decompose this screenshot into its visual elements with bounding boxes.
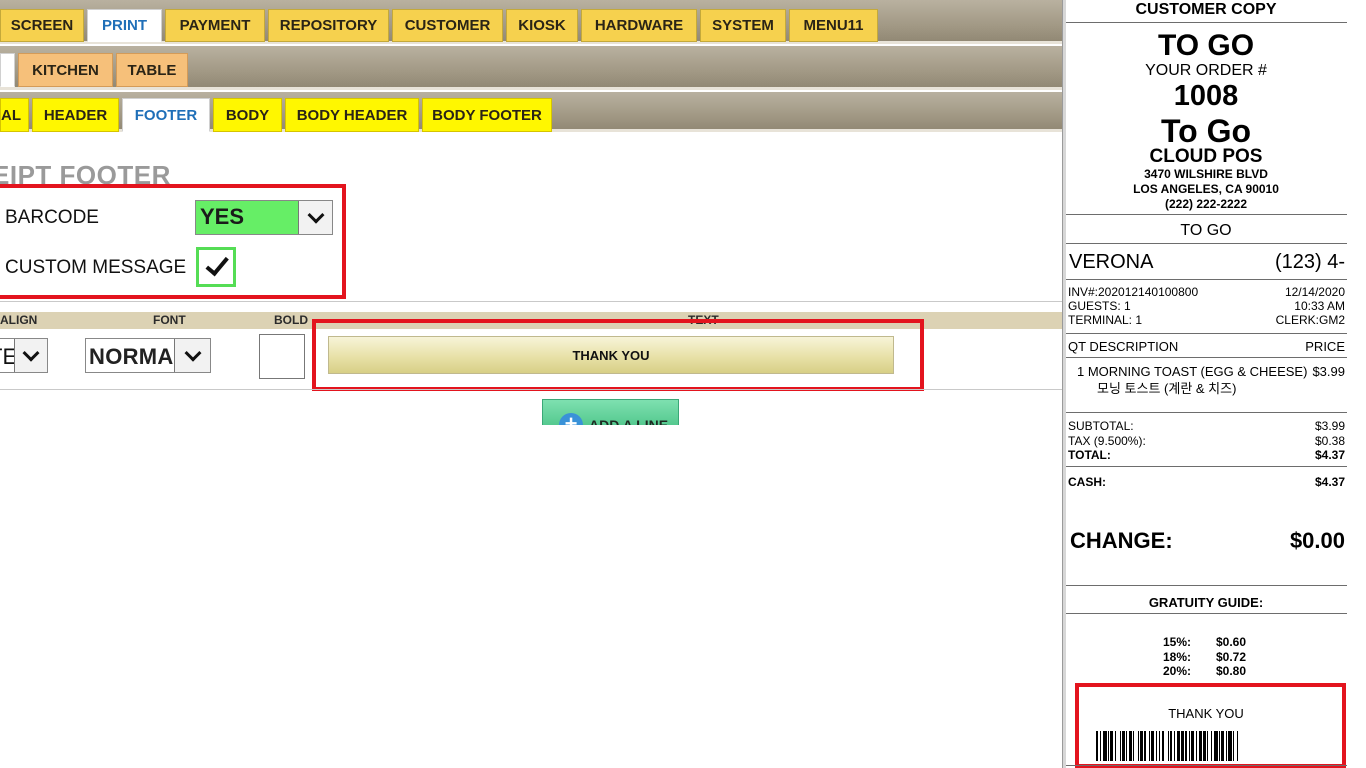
add-line-label: ADD A LINE bbox=[589, 417, 669, 425]
align-select[interactable]: TE bbox=[0, 338, 48, 373]
tax-value: $0.38 bbox=[1314, 434, 1345, 448]
divider bbox=[0, 389, 1062, 390]
receipt-rule bbox=[1066, 466, 1347, 467]
tab-table[interactable]: TABLE bbox=[116, 53, 188, 87]
custom-message-checkbox[interactable] bbox=[196, 247, 236, 287]
receipt-rule bbox=[1066, 22, 1347, 23]
bold-header: BOLD bbox=[274, 313, 308, 327]
item-korean-name: 모닝 토스트 (계란 & 치즈) bbox=[1097, 381, 1237, 396]
receipt-rule bbox=[1066, 214, 1347, 215]
guest-count: GUESTS: 1 bbox=[1068, 299, 1131, 313]
tab-footer[interactable]: FOOTER bbox=[122, 98, 210, 132]
clerk: CLERK:GM2 bbox=[1275, 313, 1345, 327]
column-description: QT DESCRIPTION bbox=[1068, 339, 1179, 354]
chevron-down-icon[interactable] bbox=[14, 339, 47, 372]
terminal: TERMINAL: 1 bbox=[1068, 313, 1143, 327]
line-text-input[interactable] bbox=[328, 336, 894, 374]
receipt-date: 12/14/2020 bbox=[1284, 285, 1345, 299]
receipt-tabs: AL HEADER FOOTER BODY BODY HEADER BODY F… bbox=[0, 98, 555, 132]
receipt-rule bbox=[1066, 243, 1347, 244]
barcode-label: BARCODE bbox=[5, 207, 99, 228]
receipt-rule bbox=[1066, 279, 1347, 280]
store-name: CLOUD POS bbox=[1149, 146, 1263, 167]
pos-settings-window: SCREEN PRINT PAYMENT REPOSITORY CUSTOMER… bbox=[0, 0, 1366, 768]
column-price: PRICE bbox=[1305, 339, 1345, 354]
subtotal-value: $3.99 bbox=[1314, 419, 1345, 433]
customer-phone: (123) 4- bbox=[1274, 251, 1345, 273]
tab-print[interactable]: PRINT bbox=[87, 9, 162, 42]
store-phone: (222) 222-2222 bbox=[1164, 197, 1248, 211]
tab-header[interactable]: HEADER bbox=[32, 98, 119, 132]
tab-body-header[interactable]: BODY HEADER bbox=[285, 98, 419, 132]
footer-message: THANK YOU bbox=[1168, 706, 1244, 721]
receipt-preview: CUSTOMER COPY TO GO YOUR ORDER # 1008 To… bbox=[1066, 0, 1366, 768]
chevron-down-icon[interactable] bbox=[298, 201, 332, 234]
item-price: $3.99 bbox=[1312, 364, 1345, 379]
total-label: TOTAL: bbox=[1068, 448, 1111, 462]
gratuity-title: GRATUITY GUIDE: bbox=[1148, 595, 1264, 610]
tab-repository[interactable]: REPOSITORY bbox=[268, 9, 389, 42]
checkmark-icon bbox=[205, 251, 229, 277]
add-line-button[interactable]: + ADD A LINE bbox=[542, 399, 679, 425]
change-label: CHANGE: bbox=[1070, 528, 1173, 553]
gratuity-pct: 15%: bbox=[1163, 635, 1192, 649]
receipt-rule bbox=[1066, 412, 1347, 413]
receipt-rule bbox=[1066, 613, 1347, 614]
font-header: FONT bbox=[153, 313, 186, 327]
cash-value: $4.37 bbox=[1314, 475, 1345, 489]
tab-payment[interactable]: PAYMENT bbox=[165, 9, 265, 42]
print-tabs: KITCHEN TABLE bbox=[0, 53, 191, 87]
receipt-rule bbox=[1066, 765, 1347, 766]
barcode-select[interactable]: YES bbox=[195, 200, 333, 235]
change-value: $0.00 bbox=[1289, 528, 1345, 553]
tab-general[interactable]: AL bbox=[0, 98, 29, 132]
item-line: 1 MORNING TOAST (EGG & CHEESE) bbox=[1077, 364, 1308, 379]
store-address-2: LOS ANGELES, CA 90010 bbox=[1133, 182, 1279, 196]
customer-name: VERONA bbox=[1069, 251, 1154, 273]
plus-icon: + bbox=[559, 413, 583, 425]
tab-hardware[interactable]: HARDWARE bbox=[581, 9, 697, 42]
tab-kitchen[interactable]: KITCHEN bbox=[18, 53, 113, 87]
receipt-time: 10:33 AM bbox=[1294, 299, 1345, 313]
receipt-rule bbox=[1066, 357, 1347, 358]
tab-body-footer[interactable]: BODY FOOTER bbox=[422, 98, 552, 132]
gratuity-amount: $0.72 bbox=[1216, 650, 1247, 664]
order-number: 1008 bbox=[1173, 80, 1239, 112]
order-label: YOUR ORDER # bbox=[1145, 62, 1267, 79]
top-tabs: SCREEN PRINT PAYMENT REPOSITORY CUSTOMER… bbox=[0, 9, 881, 42]
copy-label: CUSTOMER COPY bbox=[1135, 1, 1277, 18]
tab-kiosk[interactable]: KIOSK bbox=[506, 9, 578, 42]
tab-receipt[interactable] bbox=[0, 53, 15, 87]
barcode-select-value: YES bbox=[200, 204, 245, 229]
bold-checkbox[interactable] bbox=[259, 334, 305, 379]
order-type-big: To Go bbox=[1160, 113, 1252, 149]
tab-screen[interactable]: SCREEN bbox=[0, 9, 84, 42]
tab-system[interactable]: SYSTEM bbox=[700, 9, 786, 42]
dining-option: TO GO bbox=[1180, 222, 1232, 239]
invoice-number: INV#:202012140100800 bbox=[1068, 285, 1199, 299]
store-address-1: 3470 WILSHIRE BLVD bbox=[1144, 167, 1268, 181]
tab-customer[interactable]: CUSTOMER bbox=[392, 9, 503, 42]
barcode-image bbox=[1096, 731, 1314, 761]
gratuity-amount: $0.60 bbox=[1216, 635, 1247, 649]
order-type: TO GO bbox=[1157, 29, 1255, 62]
divider bbox=[0, 301, 1062, 302]
subtotal-label: SUBTOTAL: bbox=[1068, 419, 1134, 433]
settings-panel: SCREEN PRINT PAYMENT REPOSITORY CUSTOMER… bbox=[0, 0, 1062, 768]
gratuity-amount: $0.80 bbox=[1216, 664, 1247, 678]
align-header: ALIGN bbox=[0, 313, 38, 327]
custom-message-label: CUSTOM MESSAGE bbox=[5, 257, 187, 278]
total-value: $4.37 bbox=[1314, 448, 1345, 462]
gratuity-pct: 20%: bbox=[1163, 664, 1192, 678]
tab-menu11[interactable]: MENU11 bbox=[789, 9, 878, 42]
font-select[interactable]: NORMA bbox=[85, 338, 211, 373]
cash-label: CASH: bbox=[1068, 475, 1106, 489]
receipt-rule bbox=[1066, 585, 1347, 586]
font-select-value: NORMA bbox=[89, 344, 174, 369]
tab-body[interactable]: BODY bbox=[213, 98, 282, 132]
receipt-rule bbox=[1066, 333, 1347, 334]
tax-label: TAX (9.500%): bbox=[1068, 434, 1146, 448]
gratuity-pct: 18%: bbox=[1163, 650, 1192, 664]
chevron-down-icon[interactable] bbox=[174, 339, 210, 372]
